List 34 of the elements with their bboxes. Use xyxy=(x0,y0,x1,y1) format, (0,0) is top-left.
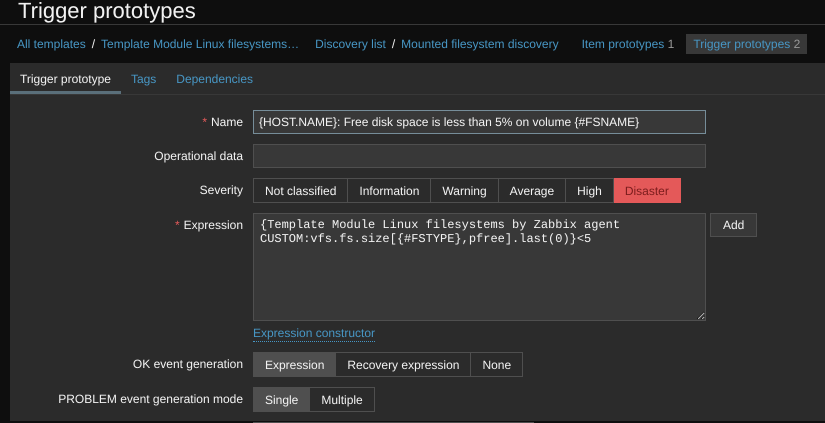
required-mark: * xyxy=(174,218,180,232)
breadcrumb-link[interactable]: Template Module Linux filesystems… xyxy=(101,34,300,54)
radio-option[interactable]: None xyxy=(471,352,524,377)
radio-option[interactable]: Not classified xyxy=(253,178,348,203)
tab[interactable]: Trigger prototype xyxy=(10,63,121,94)
radio-option[interactable]: Average xyxy=(498,178,566,203)
field-label: Severity xyxy=(200,183,243,197)
breadcrumb-link[interactable]: All templates xyxy=(17,34,86,54)
radio-option[interactable]: Single xyxy=(253,387,310,412)
radio-option[interactable]: High xyxy=(566,178,614,203)
add-button[interactable]: Add xyxy=(710,213,758,237)
page-title: Trigger prototypes xyxy=(18,0,197,22)
tab[interactable]: Tags xyxy=(120,63,166,94)
breadcrumb-tab[interactable]: Item prototypes 1 xyxy=(574,34,682,54)
breadcrumb-tab[interactable]: Trigger prototypes 2 xyxy=(686,34,808,54)
field-label: Operational data xyxy=(154,149,243,163)
breadcrumb-link[interactable]: Mounted filesystem discovery xyxy=(401,34,559,54)
field-label: PROBLEM event generation mode xyxy=(58,392,243,406)
text-field[interactable]: {HOST.NAME}: Free disk space is less than 5% on volume {#FSNAME} xyxy=(253,110,706,134)
breadcrumb-separator: / xyxy=(92,37,96,51)
radio-option[interactable]: Expression xyxy=(253,352,336,377)
field-label: Expression xyxy=(184,218,243,232)
breadcrumb-link[interactable]: Discovery list xyxy=(315,34,386,54)
radio-option[interactable]: Information xyxy=(348,178,432,203)
expression-constructor-link[interactable]: Expression constructor xyxy=(253,325,376,342)
field-label: OK event generation xyxy=(132,357,243,371)
required-mark: * xyxy=(202,115,207,129)
radio-option[interactable]: Multiple xyxy=(310,387,375,412)
radio-option[interactable]: Recovery expression xyxy=(336,352,472,377)
tab[interactable]: Dependencies xyxy=(166,63,264,94)
radio-option[interactable]: Warning xyxy=(431,178,499,203)
field-label: Name xyxy=(210,115,243,129)
breadcrumb-separator: / xyxy=(392,37,396,51)
expression-field[interactable]: {Template Module Linux filesystems by Zabbix agent CUSTOM:vfs.fs.size[{#FSTYPE},pfree].last(0)}<5 xyxy=(253,213,706,321)
